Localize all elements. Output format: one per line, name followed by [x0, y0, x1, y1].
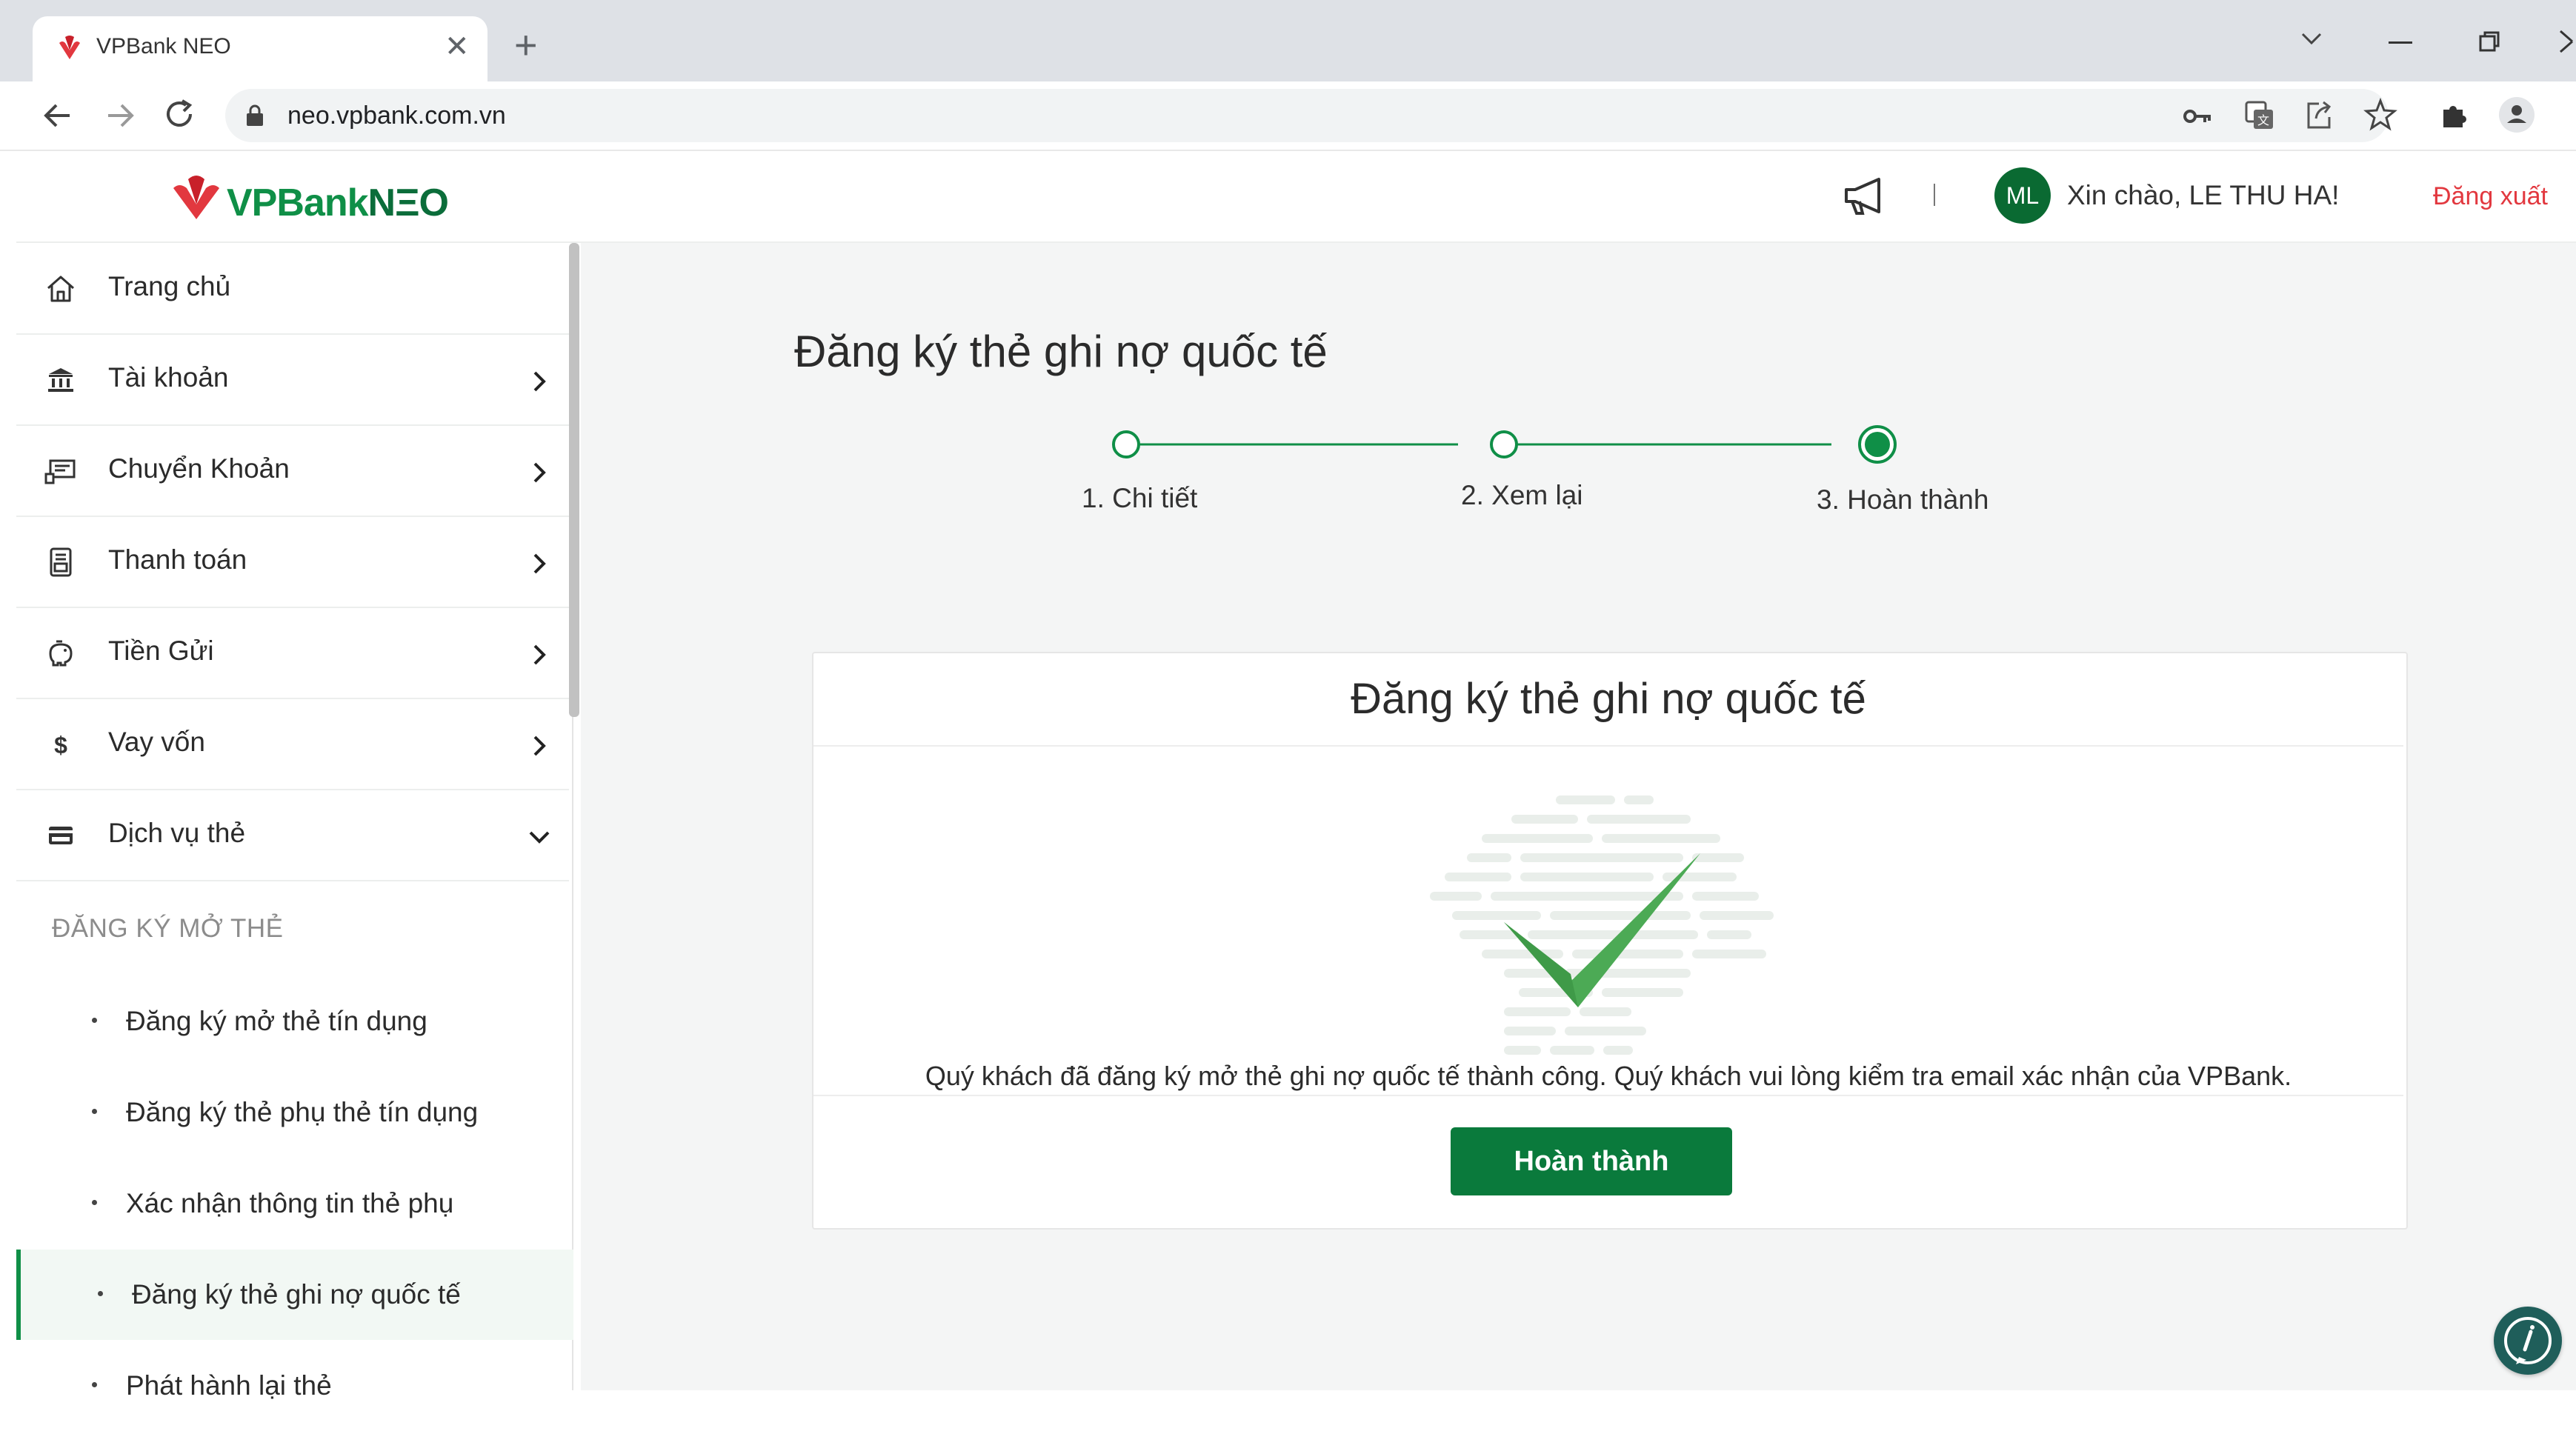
- bookmark-star-icon[interactable]: [2363, 98, 2397, 132]
- megaphone-icon[interactable]: [1842, 175, 1888, 216]
- profile-icon[interactable]: [2498, 96, 2535, 133]
- chevron-right-icon: [525, 458, 554, 487]
- tab-title: VPBank NEO: [96, 34, 231, 59]
- minimize-icon[interactable]: [2389, 41, 2412, 44]
- greeting-text: Xin chào, LE THU HA!: [2067, 180, 2340, 210]
- chevron-down-icon: [525, 822, 554, 852]
- translate-icon[interactable]: 文: [2243, 99, 2276, 132]
- sidebar-item-label: Tiền Gửi: [108, 636, 214, 666]
- sidebar-subitem-debit-card[interactable]: Đăng ký thẻ ghi nợ quốc tế: [16, 1250, 573, 1340]
- sidebar-item-label: Trang chủ: [108, 271, 231, 301]
- back-icon[interactable]: [41, 99, 74, 132]
- share-icon[interactable]: [2303, 99, 2335, 132]
- step-2-label: 2. Xem lại: [1461, 480, 1583, 511]
- home-icon: [44, 273, 77, 305]
- sidebar-subitem-label: Xác nhận thông tin thẻ phụ: [126, 1188, 454, 1218]
- sidebar-subitem-label: Đăng ký thẻ ghi nợ quốc tế: [132, 1279, 461, 1310]
- logo-neo-text: NΞO: [367, 181, 449, 224]
- step-3-label: 3. Hoàn thành: [1817, 484, 1988, 516]
- close-window-icon[interactable]: [2557, 27, 2576, 56]
- reload-icon[interactable]: [163, 98, 197, 132]
- logo-vpbank-text: VPBank: [227, 181, 369, 224]
- step-text: Xem lại: [1491, 480, 1583, 510]
- step-text: Chi tiết: [1112, 483, 1198, 513]
- success-message: Quý khách đã đăng ký mở thẻ ghi nợ quốc …: [925, 1061, 2292, 1091]
- sidebar-subitem-label: Đăng ký mở thẻ tín dụng: [126, 1006, 427, 1036]
- step-2-done-icon: [1488, 428, 1520, 461]
- sidebar-item-label: Dịch vụ thẻ: [108, 818, 246, 848]
- sidebar-subitem-label: Phát hành lại thẻ: [126, 1370, 332, 1401]
- step-3-active-icon: [1855, 422, 1900, 467]
- bullet-icon: [92, 1109, 97, 1114]
- sidebar-subitem-credit-card[interactable]: Đăng ký mở thẻ tín dụng: [16, 976, 569, 1067]
- brand-logo[interactable]: VPBankNΞO: [227, 181, 449, 225]
- card-divider: [813, 1095, 2403, 1096]
- sidebar-item-label: Tài khoản: [108, 362, 229, 393]
- step-text: Hoàn thành: [1847, 484, 1989, 515]
- chevron-right-icon: [525, 367, 554, 396]
- logout-link[interactable]: Đăng xuất: [2433, 182, 2548, 211]
- chevron-right-icon: [525, 549, 554, 578]
- bullet-icon: [98, 1291, 103, 1296]
- sidebar-subitem-supplementary-card[interactable]: Đăng ký thẻ phụ thẻ tín dụng: [16, 1067, 569, 1158]
- bullet-icon: [92, 1382, 97, 1387]
- help-chat-button[interactable]: [2494, 1307, 2562, 1375]
- sidebar-subitem-label: Đăng ký thẻ phụ thẻ tín dụng: [126, 1097, 479, 1127]
- chevron-right-icon: [525, 731, 554, 761]
- bullet-icon: [92, 1018, 97, 1023]
- page-title: Đăng ký thẻ ghi nợ quốc tế: [794, 327, 1328, 376]
- sidebar-item-label: Thanh toán: [108, 544, 247, 575]
- step-1-done-icon: [1110, 428, 1142, 461]
- tab-favicon-icon: [55, 33, 84, 62]
- bullet-icon: [92, 1200, 97, 1205]
- svg-text:$: $: [54, 732, 67, 758]
- help-icon: [2504, 1317, 2552, 1364]
- step-1-label: 1. Chi tiết: [1082, 483, 1197, 514]
- step-number: 2.: [1461, 480, 1484, 510]
- dollar-icon: $: [44, 728, 77, 761]
- close-tab-icon[interactable]: ✕: [445, 30, 470, 64]
- transfer-icon: [44, 455, 77, 487]
- success-checkmark-icon: [1430, 785, 1785, 1059]
- vpbank-logo-icon[interactable]: [169, 172, 224, 221]
- bank-icon: [44, 364, 77, 396]
- sidebar-item-loan[interactable]: $ Vay vốn: [16, 698, 569, 790]
- sidebar-item-payment[interactable]: Thanh toán: [16, 516, 569, 608]
- tab-search-icon[interactable]: [2297, 24, 2326, 53]
- svg-text:文: 文: [2257, 113, 2269, 127]
- sidebar-item-deposit[interactable]: Tiền Gửi: [16, 607, 569, 699]
- step-number: 3.: [1817, 484, 1840, 515]
- restore-icon[interactable]: [2477, 30, 2501, 53]
- piggy-bank-icon: [44, 637, 77, 670]
- header-divider: [1934, 184, 1935, 206]
- card-icon: [44, 819, 77, 852]
- sidebar-item-label: Vay vốn: [108, 727, 205, 757]
- new-tab-icon[interactable]: +: [514, 22, 538, 68]
- sidebar-item-transfer[interactable]: Chuyển Khoản: [16, 425, 569, 517]
- extensions-icon[interactable]: [2439, 99, 2470, 130]
- sidebar-item-home[interactable]: Trang chủ: [16, 243, 569, 335]
- password-key-icon[interactable]: [2183, 105, 2212, 127]
- address-bar[interactable]: [225, 89, 2389, 142]
- sidebar-item-label: Chuyển Khoản: [108, 453, 290, 484]
- section-title: ĐĂNG KÝ MỞ THẺ: [52, 914, 284, 943]
- url-text[interactable]: neo.vpbank.com.vn: [287, 101, 506, 130]
- sidebar-scrollbar[interactable]: [569, 243, 579, 717]
- sidebar-subitem-confirm-supplementary[interactable]: Xác nhận thông tin thẻ phụ: [16, 1158, 569, 1249]
- bill-icon: [44, 546, 77, 578]
- finish-button[interactable]: Hoàn thành: [1451, 1127, 1732, 1195]
- forward-icon[interactable]: [104, 99, 136, 132]
- sidebar-item-accounts[interactable]: Tài khoản: [16, 334, 569, 426]
- lock-icon[interactable]: [244, 104, 265, 127]
- step-number: 1.: [1082, 483, 1105, 513]
- card-divider: [813, 745, 2403, 747]
- chevron-right-icon: [525, 640, 554, 670]
- card-title: Đăng ký thẻ ghi nợ quốc tế: [1351, 675, 1866, 723]
- sidebar-subitem-reissue-card[interactable]: Phát hành lại thẻ: [16, 1341, 569, 1431]
- sidebar-item-card-services[interactable]: Dịch vụ thẻ: [16, 790, 569, 881]
- avatar[interactable]: ML: [1994, 167, 2051, 224]
